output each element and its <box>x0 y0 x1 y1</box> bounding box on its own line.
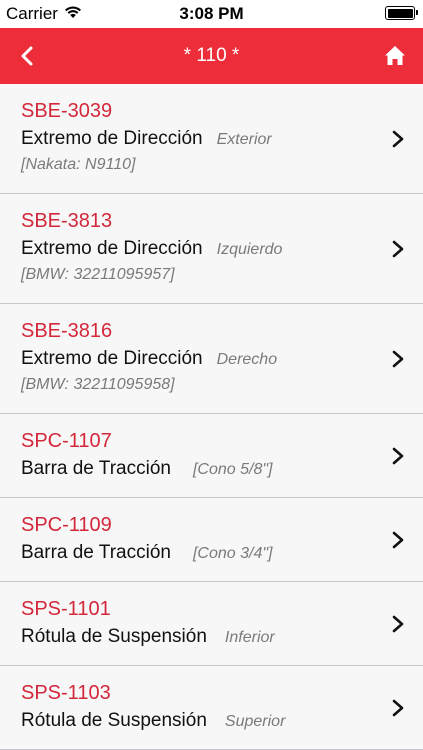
part-name: Rótula de Suspensión <box>21 626 207 647</box>
nav-bar: * 110 * <box>0 28 423 84</box>
chevron-right-icon <box>392 240 404 258</box>
part-qualifier: Derecho <box>216 351 278 368</box>
part-qualifier: Exterior <box>216 131 272 148</box>
part-code: SPC-1109 <box>21 514 112 536</box>
part-name-line: Extremo de Dirección Derecho <box>21 348 277 370</box>
status-right <box>385 6 418 20</box>
part-code: SPS-1103 <box>21 682 111 704</box>
chevron-right-icon <box>392 350 404 368</box>
part-name-line: Extremo de Dirección Izquierdo <box>21 238 282 260</box>
chevron-right-icon <box>392 531 404 549</box>
part-reference: [Nakata: N9110] <box>21 156 136 173</box>
part-name-line: Barra de Tracción [Cono 5/8"] <box>21 458 272 480</box>
chevron-right-icon <box>392 130 404 148</box>
part-name-line: Extremo de Dirección Exterior <box>21 128 272 150</box>
list-item[interactable]: SBE-3816 Extremo de Dirección Derecho [BM… <box>0 304 423 414</box>
list-item[interactable]: SPS-1101 Rótula de Suspensión Inferior <box>0 582 423 666</box>
part-name-line: Rótula de Suspensión Inferior <box>21 626 275 648</box>
part-name: Extremo de Dirección <box>21 238 203 259</box>
home-button[interactable] <box>381 42 409 70</box>
chevron-right-icon <box>392 699 404 717</box>
part-reference: [BMW: 32211095958] <box>21 376 175 393</box>
part-name: Extremo de Dirección <box>21 128 203 149</box>
part-code: SBE-3039 <box>21 100 113 122</box>
part-name-line: Rótula de Suspensión Superior <box>21 710 285 732</box>
status-bar: Carrier 3:08 PM <box>0 0 423 28</box>
part-reference: [BMW: 32211095957] <box>21 266 175 283</box>
part-name: Barra de Tracción <box>21 542 171 563</box>
list-item[interactable]: SPS-1103 Rótula de Suspensión Superior <box>0 666 423 750</box>
battery-icon <box>385 6 418 20</box>
part-name-line: Barra de Tracción [Cono 3/4"] <box>21 542 272 564</box>
home-icon <box>385 46 405 65</box>
part-code: SBE-3816 <box>21 320 113 342</box>
status-time: 3:08 PM <box>179 4 244 23</box>
chevron-right-icon <box>392 447 404 465</box>
part-code: SPS-1101 <box>21 598 111 620</box>
part-qualifier: Inferior <box>224 629 275 646</box>
chevron-right-icon <box>392 615 404 633</box>
part-qualifier: Superior <box>224 713 286 730</box>
parts-list: SBE-3039 Extremo de Dirección Exterior [N… <box>0 84 423 750</box>
part-code: SPC-1107 <box>21 430 112 452</box>
part-qualifier: Izquierdo <box>216 241 283 258</box>
part-name: Rótula de Suspensión <box>21 710 207 731</box>
list-item[interactable]: SPC-1107 Barra de Tracción [Cono 5/8"] <box>0 414 423 498</box>
page-title: * 110 * <box>183 45 240 66</box>
part-name: Extremo de Dirección <box>21 348 203 369</box>
part-name: Barra de Tracción <box>21 458 171 479</box>
part-qualifier: [Cono 3/4"] <box>192 545 273 562</box>
part-qualifier: [Cono 5/8"] <box>192 461 273 478</box>
list-item[interactable]: SBE-3813 Extremo de Dirección Izquierdo [… <box>0 194 423 304</box>
list-item[interactable]: SBE-3039 Extremo de Dirección Exterior [N… <box>0 84 423 194</box>
list-item[interactable]: SPC-1109 Barra de Tracción [Cono 3/4"] <box>0 498 423 582</box>
part-code: SBE-3813 <box>21 210 113 232</box>
